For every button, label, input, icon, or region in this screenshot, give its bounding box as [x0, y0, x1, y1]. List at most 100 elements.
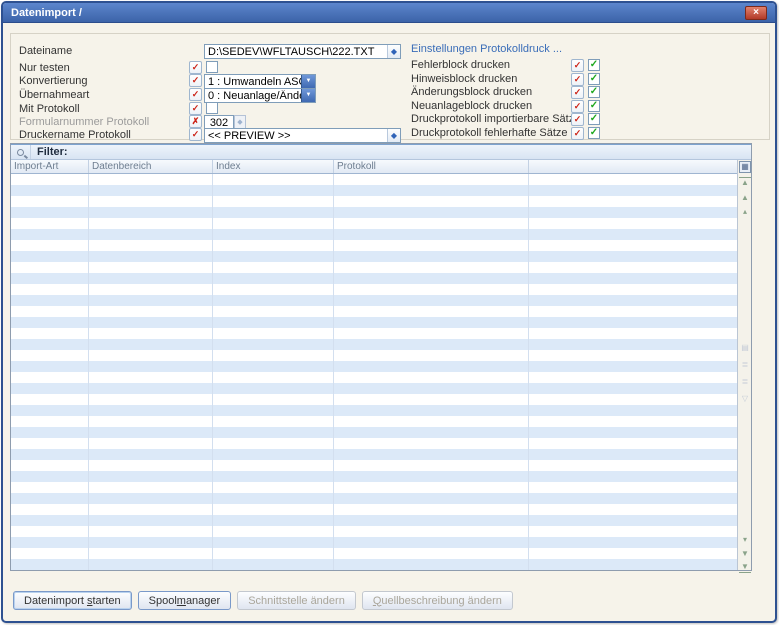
- konvertierung-dropdown[interactable]: 1 : Umwandeln ASCII/ANSI ▼: [204, 74, 316, 89]
- grid-row[interactable]: [11, 438, 738, 449]
- modified-check-icon[interactable]: ✓: [571, 73, 584, 86]
- modified-check-icon[interactable]: ✓: [189, 102, 202, 115]
- nur-testen-checkbox[interactable]: [206, 61, 218, 73]
- grid-row[interactable]: [11, 515, 738, 526]
- grid-cell: [213, 350, 334, 361]
- grid-cell: [89, 405, 213, 416]
- grid-row[interactable]: [11, 383, 738, 394]
- grid-cell: [529, 526, 738, 537]
- modified-check-icon[interactable]: ✓: [189, 74, 202, 87]
- modified-check-icon[interactable]: ✓: [189, 88, 202, 101]
- quellbeschreibung-aendern-button[interactable]: Quellbeschreibung ändern: [362, 591, 513, 610]
- druckername-dropdown[interactable]: << PREVIEW >> ◆: [204, 128, 401, 143]
- uebernahmeart-value: 0 : Neuanlage/Änderung: [205, 90, 301, 102]
- grid-row[interactable]: [11, 559, 738, 570]
- modified-check-icon[interactable]: ✓: [189, 128, 202, 141]
- grid-cell: [89, 339, 213, 350]
- spoolmanager-button[interactable]: Spoolmanager: [138, 591, 232, 610]
- mit-protokoll-checkbox[interactable]: [206, 102, 218, 114]
- dateiname-input[interactable]: D:\SEDEV\WFLTAUSCH\222.TXT ◆: [204, 44, 401, 59]
- column-header[interactable]: Protokoll: [334, 160, 529, 173]
- modified-cross-icon[interactable]: ✗: [189, 115, 202, 128]
- scroll-down-icon[interactable]: ▼: [739, 548, 751, 560]
- modified-check-icon[interactable]: ✓: [571, 113, 584, 126]
- grid-cell: [529, 295, 738, 306]
- grid-row[interactable]: [11, 449, 738, 460]
- protokolldruck-option-label: Änderungsblock drucken: [411, 86, 532, 98]
- close-icon[interactable]: ×: [745, 6, 767, 20]
- grid-row[interactable]: [11, 537, 738, 548]
- chevron-down-icon[interactable]: ▼: [301, 89, 315, 102]
- datenimport-starten-button[interactable]: Datenimport starten: [13, 591, 132, 610]
- protokolldruck-option-label: Druckprotokoll importierbare Sätze: [411, 113, 580, 125]
- protokolldruck-checkbox[interactable]: ✓: [588, 113, 600, 125]
- column-header[interactable]: [529, 160, 738, 173]
- konvertierung-value: 1 : Umwandeln ASCII/ANSI: [205, 76, 301, 88]
- grid-row[interactable]: [11, 526, 738, 537]
- grid-row[interactable]: [11, 339, 738, 350]
- chevron-down-icon[interactable]: ▼: [301, 75, 315, 88]
- scroll-up-icon[interactable]: ▲: [739, 192, 751, 204]
- column-chooser-icon[interactable]: ▦: [739, 161, 751, 173]
- search-icon[interactable]: [11, 145, 31, 159]
- grid-row[interactable]: [11, 460, 738, 471]
- grid-row[interactable]: [11, 372, 738, 383]
- modified-check-icon[interactable]: ✓: [571, 100, 584, 113]
- grid-row[interactable]: [11, 482, 738, 493]
- view-rows-icon[interactable]: ▤: [739, 342, 751, 354]
- modified-check-icon[interactable]: ✓: [189, 61, 202, 74]
- grid-row[interactable]: [11, 218, 738, 229]
- grid-row[interactable]: [11, 295, 738, 306]
- grid-row[interactable]: [11, 317, 738, 328]
- grid-row[interactable]: [11, 207, 738, 218]
- grid-cell: [529, 493, 738, 504]
- scroll-to-bottom-icon[interactable]: ▼: [739, 561, 751, 573]
- protokolldruck-checkbox[interactable]: ✓: [588, 127, 600, 139]
- grid-row[interactable]: [11, 405, 738, 416]
- grid-row[interactable]: [11, 174, 738, 185]
- grid-row[interactable]: [11, 273, 738, 284]
- grid-row[interactable]: [11, 229, 738, 240]
- grid-row[interactable]: [11, 493, 738, 504]
- grid-row[interactable]: [11, 361, 738, 372]
- grid-row[interactable]: [11, 284, 738, 295]
- grid-row[interactable]: [11, 240, 738, 251]
- column-header[interactable]: Datenbereich: [89, 160, 213, 173]
- filter-funnel-icon[interactable]: ▽: [739, 393, 751, 405]
- uebernahmeart-dropdown[interactable]: 0 : Neuanlage/Änderung ▼: [204, 88, 316, 103]
- schnittstelle-aendern-button[interactable]: Schnittstelle ändern: [237, 591, 356, 610]
- file-picker-icon[interactable]: ◆: [387, 45, 400, 58]
- grid-row[interactable]: [11, 196, 738, 207]
- search-rows-icon[interactable]: ≣: [739, 359, 751, 371]
- grid-row[interactable]: [11, 350, 738, 361]
- grid-row[interactable]: [11, 328, 738, 339]
- scroll-to-top-icon[interactable]: ▲: [739, 177, 751, 189]
- protokolldruck-checkbox[interactable]: ✓: [588, 73, 600, 85]
- grid-row[interactable]: [11, 548, 738, 559]
- grid-row[interactable]: [11, 471, 738, 482]
- row-up-icon[interactable]: ▴: [739, 206, 751, 218]
- printer-picker-icon[interactable]: ◆: [387, 129, 400, 142]
- grid-cell: [11, 218, 89, 229]
- modified-check-icon[interactable]: ✓: [571, 59, 584, 72]
- modified-check-icon[interactable]: ✓: [571, 127, 584, 140]
- grid-row[interactable]: [11, 504, 738, 515]
- column-header[interactable]: Import-Art: [11, 160, 89, 173]
- grid-row[interactable]: [11, 427, 738, 438]
- protokolldruck-checkbox[interactable]: ✓: [588, 100, 600, 112]
- grid-row[interactable]: [11, 185, 738, 196]
- grid-cell: [529, 361, 738, 372]
- protokolldruck-checkbox[interactable]: ✓: [588, 86, 600, 98]
- row-down-icon[interactable]: ▾: [739, 534, 751, 546]
- grid-row[interactable]: [11, 416, 738, 427]
- modified-check-icon[interactable]: ✓: [571, 86, 584, 99]
- grid-row[interactable]: [11, 262, 738, 273]
- column-header[interactable]: Index: [213, 160, 334, 173]
- grid-row[interactable]: [11, 306, 738, 317]
- grid-row[interactable]: [11, 394, 738, 405]
- grid-cell: [213, 394, 334, 405]
- grid-cell: [11, 339, 89, 350]
- grid-row[interactable]: [11, 251, 738, 262]
- protokolldruck-checkbox[interactable]: ✓: [588, 59, 600, 71]
- list-icon[interactable]: ≣: [739, 376, 751, 388]
